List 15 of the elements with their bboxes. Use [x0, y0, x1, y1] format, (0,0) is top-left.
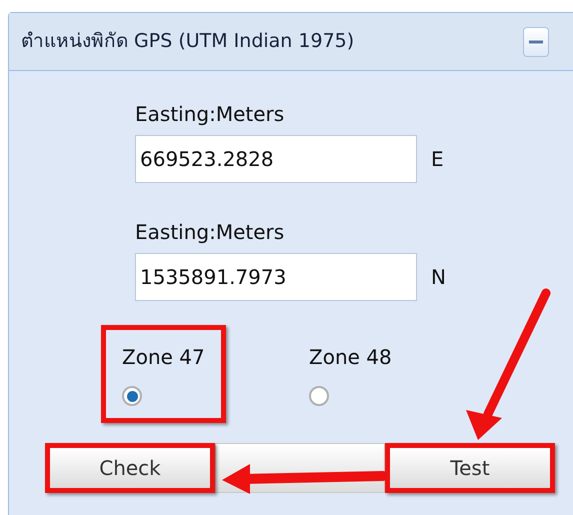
unit-label: N [431, 264, 446, 291]
radio-label: Zone 47 [122, 344, 205, 371]
field-label: Easting:Meters [135, 219, 284, 245]
input-field[interactable]: 1535891.7973 [135, 253, 417, 301]
minus-icon [529, 40, 543, 44]
radio-button[interactable] [122, 386, 142, 406]
radio-button[interactable] [309, 386, 329, 406]
unit-label: E [431, 146, 444, 173]
panel-title: ตำแหน่งพิกัด GPS (UTM Indian 1975) [21, 29, 354, 54]
radio-label: Zone 48 [309, 344, 392, 371]
input-field[interactable]: 669523.2828 [135, 135, 417, 183]
field-label: Easting:Meters [135, 101, 284, 127]
collapse-button[interactable] [523, 26, 549, 56]
button[interactable]: Check [45, 443, 215, 493]
button[interactable]: Test [385, 443, 555, 493]
